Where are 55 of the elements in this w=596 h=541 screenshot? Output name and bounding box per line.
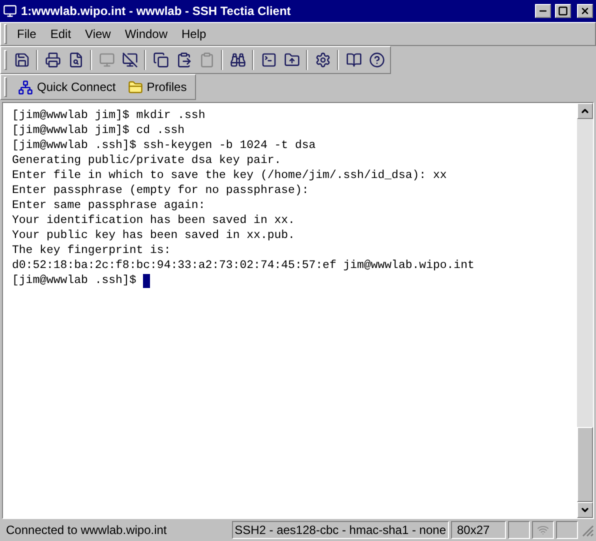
terminal-line: [jim@wwwlab .ssh]$ ssh-keygen -b 1024 -t dsa — [12, 138, 317, 153]
menu-item[interactable]: File — [10, 25, 44, 43]
print-preview-icon — [68, 52, 84, 68]
save-icon — [14, 52, 30, 68]
profiles-button[interactable]: Profiles — [124, 76, 191, 98]
scroll-down-button[interactable] — [577, 502, 593, 518]
cipher-status: SSH2 - aes128-cbc - hmac-sha1 - none — [232, 521, 449, 539]
terminal-line: [jim@wwwlab jim]$ cd .ssh — [12, 123, 186, 138]
menu-item[interactable]: View — [78, 25, 118, 43]
chevron-up-icon — [580, 106, 590, 116]
menu-item[interactable]: Window — [118, 25, 175, 43]
terminal-line: d0:52:18:ba:2c:f8:bc:94:33:a2:73:02:74:45:57:ef jim@wwwlab.wipo.int — [12, 258, 476, 273]
app-icon — [3, 4, 17, 18]
menu-item[interactable]: Edit — [43, 25, 78, 43]
folder-transfer-icon — [284, 52, 300, 68]
quick-connect-button[interactable]: Quick Connect — [14, 76, 120, 98]
terminal-line: [jim@wwwlab jim]$ mkdir .ssh — [12, 108, 206, 123]
clipboard-icon — [198, 52, 214, 68]
chevron-down-icon — [580, 505, 590, 515]
monitor-off-icon — [122, 52, 138, 68]
folder-icon — [128, 80, 143, 94]
scrollbar[interactable] — [577, 103, 593, 518]
scroll-up-button[interactable] — [577, 103, 593, 119]
status-panel — [556, 521, 578, 539]
printer-icon — [44, 52, 60, 68]
scroll-thumb[interactable] — [577, 427, 593, 502]
minimize-button[interactable] — [535, 4, 551, 18]
maximize-icon — [558, 6, 568, 16]
settings-icon — [314, 52, 330, 68]
help-icon — [368, 52, 384, 68]
status-panel — [508, 521, 530, 539]
maximize-button[interactable] — [555, 4, 571, 18]
status-message: Connected to wwwlab.wipo.int — [5, 522, 168, 539]
terminal-size-status: 80x27 — [451, 521, 506, 539]
menu-item[interactable]: Help — [174, 25, 214, 43]
copy-icon — [152, 52, 168, 68]
close-icon — [580, 6, 590, 16]
binoculars-icon — [230, 52, 246, 68]
monitor-icon — [98, 52, 114, 68]
terminal-line: Generating public/private dsa key pair. — [12, 153, 282, 168]
terminal-line: The key fingerprint is: — [12, 243, 172, 258]
window-title: 1:wwwlab.wipo.int - wwwlab - SSH Tectia Client — [21, 3, 292, 20]
terminal-prompt: [jim@wwwlab .ssh]$ — [12, 273, 136, 288]
terminal-line: Your public key has been saved in xx.pub. — [12, 228, 296, 243]
paste-icon — [176, 52, 192, 68]
terminal-line: Enter same passphrase again: — [12, 198, 206, 213]
close-button[interactable] — [577, 4, 593, 18]
text-cursor — [143, 274, 150, 288]
terminal-line: Your identification has been saved in xx. — [12, 213, 296, 228]
resize-grip-icon — [580, 523, 594, 537]
book-icon — [346, 52, 362, 68]
terminal-line: Enter passphrase (empty for no passphrase): — [12, 183, 310, 198]
network-icon — [18, 80, 33, 94]
terminal-icon — [260, 52, 276, 68]
terminal-line: Enter file in which to save the key (/home/jim/.ssh/id_dsa): xx — [12, 168, 448, 183]
